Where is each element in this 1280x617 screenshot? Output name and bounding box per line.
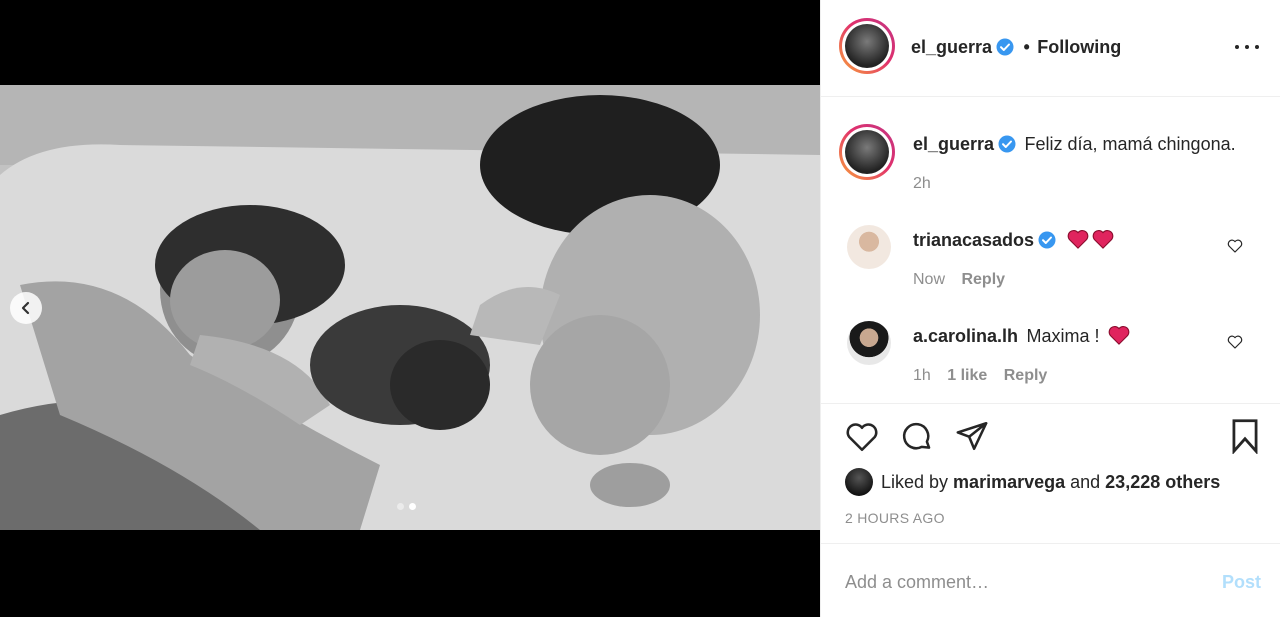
caption-avatar[interactable] <box>839 124 895 180</box>
liker-username[interactable]: marimarvega <box>953 472 1065 493</box>
chevron-left-icon <box>21 301 30 315</box>
liked-by-prefix: Liked by <box>881 471 949 492</box>
comment-likes[interactable]: 1 like <box>947 367 987 384</box>
post-photo[interactable] <box>0 85 820 530</box>
post-actions: Liked by marimarvega and 23,228 others 2… <box>821 403 1280 543</box>
caption-text: Feliz día, mamá chingona. <box>1024 134 1236 154</box>
heart-icon[interactable] <box>845 421 879 453</box>
verified-icon <box>1038 231 1056 249</box>
following-button[interactable]: Following <box>1037 37 1121 57</box>
like-comment-heart-icon[interactable] <box>1227 238 1243 254</box>
comment-username[interactable]: a.carolina.lh <box>913 326 1018 346</box>
likes-summary: Liked by marimarvega and 23,228 others <box>845 468 1220 496</box>
reply-button[interactable]: Reply <box>1004 367 1048 384</box>
author-username[interactable]: el_guerra <box>911 37 992 57</box>
comment-icon[interactable] <box>900 420 934 454</box>
caption-time[interactable]: 2h <box>913 175 931 193</box>
caption-username[interactable]: el_guerra <box>913 134 994 154</box>
liked-by-and: and <box>1070 471 1101 492</box>
post-header: el_guerra • Following <box>821 0 1280 97</box>
post-media <box>0 0 820 617</box>
verified-icon <box>998 135 1016 153</box>
post-side-panel: el_guerra • Following el_guerra Feliz dí… <box>820 0 1280 617</box>
more-options-icon[interactable] <box>1235 37 1259 57</box>
like-comment-heart-icon[interactable] <box>1227 334 1243 350</box>
photo-illustration <box>0 85 820 530</box>
comment-text: Maxima ! <box>1026 326 1100 346</box>
add-comment-bar: Post <box>821 543 1280 617</box>
heart-emoji-icon <box>1067 230 1088 249</box>
bookmark-icon[interactable] <box>1231 418 1259 454</box>
comment-username[interactable]: trianacasados <box>913 230 1034 250</box>
heart-emoji-icon <box>1092 230 1113 249</box>
likes-count[interactable]: 23,228 others <box>1105 472 1220 493</box>
carousel-prev-button[interactable] <box>10 292 42 324</box>
follow-separator: • <box>1023 37 1030 57</box>
post-timestamp[interactable]: 2 HOURS AGO <box>845 510 945 526</box>
commenter-avatar[interactable] <box>847 321 891 365</box>
carousel-indicator <box>397 503 416 510</box>
post-comment-button[interactable]: Post <box>1222 572 1261 593</box>
reply-button[interactable]: Reply <box>961 271 1005 288</box>
comment-time[interactable]: Now <box>913 271 945 288</box>
liker-avatar[interactable] <box>845 468 873 496</box>
comment-input[interactable] <box>845 568 1205 596</box>
heart-emoji-icon <box>1108 326 1130 345</box>
carousel-dot <box>397 503 404 510</box>
comments-section: el_guerra Feliz día, mamá chingona. 2h t… <box>821 97 1280 403</box>
share-icon[interactable] <box>955 420 989 452</box>
comment-time[interactable]: 1h <box>913 367 931 384</box>
commenter-avatar[interactable] <box>847 225 891 269</box>
verified-icon <box>996 38 1014 56</box>
carousel-dot-active <box>409 503 416 510</box>
author-avatar[interactable] <box>839 18 895 74</box>
